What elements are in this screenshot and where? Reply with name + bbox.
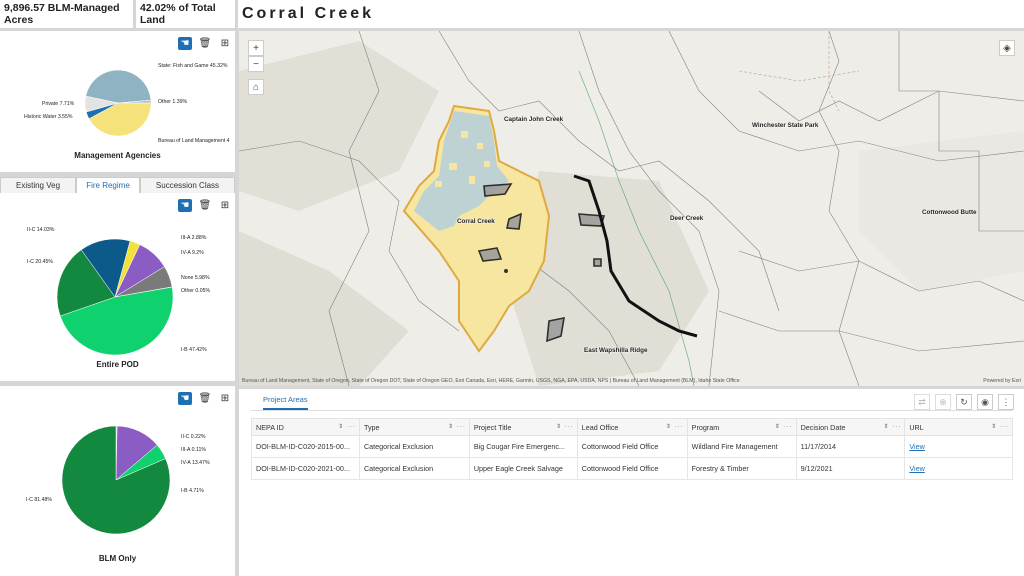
more-options-icon[interactable]: ⋮ (998, 394, 1014, 410)
map-view[interactable]: + − ⌂ ◈ Captain John Creek Winchester St… (239, 31, 1024, 386)
sort-menu-icon[interactable]: ⇕ ··· (775, 423, 793, 430)
table-cell: View (904, 435, 1013, 458)
zoom-in-button[interactable]: + (248, 40, 264, 56)
pie-label: II-C 14.03% (27, 227, 55, 233)
pie-label: I-C 20.45% (27, 259, 53, 265)
vegetation-tabs: Existing Veg Fire Regime Succession Clas… (0, 177, 235, 194)
pie-label: IV-A 9.2% (181, 250, 204, 256)
sort-menu-icon[interactable]: ⇕ ··· (556, 423, 574, 430)
project-areas-table: NEPA ID ⇕ ··· Type ⇕ ··· Project Title ⇕ ··… (251, 418, 1013, 480)
home-icon: ⌂ (252, 81, 260, 93)
column-header-lead-office[interactable]: Lead Office ⇕ ··· (576, 418, 688, 436)
management-agencies-panel: ☚ 🗑 ⊞ State: Fish and Game 45.32% Other … (0, 31, 235, 172)
table-row[interactable]: DOI-BLM-ID-C020-2015-00... Categorical E… (251, 435, 1013, 458)
pie-label: Bureau of Land Management 4 (158, 138, 230, 144)
map-label: Deer Creek (670, 215, 704, 222)
layers-button[interactable]: ◈ (999, 40, 1015, 56)
zoom-to-selection-icon[interactable]: ⊕ (935, 394, 951, 410)
selection-filter-icon[interactable]: ☚ (178, 199, 192, 212)
pie-label: Other 1.39% (158, 99, 188, 105)
sort-menu-icon[interactable]: ⇕ ··· (991, 423, 1009, 430)
view-link[interactable]: View (909, 442, 924, 451)
map-label: Corral Creek (457, 218, 495, 225)
table-cell: Categorical Exclusion (358, 435, 470, 458)
pie-label: I-C 81.48% (26, 497, 52, 503)
blm-acres-stat: 9,896.57 BLM-Managed Acres (0, 0, 133, 28)
pie-label: State: Fish and Game 45.32% (158, 63, 228, 69)
table-cell: 9/12/2021 (795, 457, 906, 480)
grid-icon[interactable]: ⊞ (218, 199, 232, 212)
pie-label: I-B 4.71% (181, 488, 204, 494)
selection-filter-icon[interactable]: ☚ (178, 37, 192, 50)
table-cell: Forestry & Timber (686, 457, 797, 480)
map-label: Cottonwood Butte (922, 209, 977, 216)
toggle-selection-icon[interactable]: ⇄ (914, 394, 930, 410)
management-agencies-pie (84, 69, 152, 137)
zoom-out-button[interactable]: − (248, 56, 264, 72)
map-label: Captain John Creek (504, 116, 564, 123)
table-cell: DOI-BLM-ID-C020-2021-00... (251, 457, 360, 480)
column-header-type[interactable]: Type ⇕ ··· (358, 418, 470, 436)
refresh-icon[interactable]: ↻ (956, 394, 972, 410)
table-cell: Wildland Fire Management (686, 435, 797, 458)
table-cell: View (904, 457, 1013, 480)
pie-label: Private 7.71% (42, 101, 75, 107)
view-link[interactable]: View (909, 464, 924, 473)
total-land-percent-stat: 42.02% of Total Land (136, 0, 235, 28)
column-header-program[interactable]: Program ⇕ ··· (686, 418, 797, 436)
chart-title: BLM Only (98, 554, 137, 563)
entire-pod-panel: ☚ 🗑 ⊞ II-C 14.03% III-A 2.88% IV-A 9.2% … (0, 193, 235, 381)
map-label: East Wapshilla Ridge (584, 347, 648, 354)
pie-label: IV-A 13.47% (181, 460, 210, 466)
table-cell: 11/17/2014 (795, 435, 906, 458)
tab-existing-veg[interactable]: Existing Veg (0, 177, 76, 194)
entire-pod-pie (56, 238, 174, 356)
trash-icon[interactable]: 🗑 (198, 392, 212, 405)
trash-icon[interactable]: 🗑 (198, 37, 212, 50)
tab-succession-class[interactable]: Succession Class (140, 177, 235, 194)
home-button[interactable]: ⌂ (248, 79, 264, 95)
sort-menu-icon[interactable]: ⇕ ··· (666, 423, 684, 430)
project-areas-panel: Project Areas ⇄ ⊕ ↻ ◉ ⋮ NEPA ID ⇕ ··· Typ… (239, 389, 1024, 576)
chart-title: Management Agencies (74, 151, 161, 160)
sort-menu-icon[interactable]: ⇕ ··· (448, 423, 466, 430)
trash-icon[interactable]: 🗑 (198, 199, 212, 212)
table-row[interactable]: DOI-BLM-ID-C020-2021-00... Categorical E… (251, 457, 1013, 480)
grid-icon[interactable]: ⊞ (218, 37, 232, 50)
blm-only-panel: ☚ 🗑 ⊞ II-C 0.22% III-A 0.11% IV-A 13.47%… (0, 386, 235, 576)
column-header-decision-date[interactable]: Decision Date ⇕ ··· (795, 418, 906, 436)
selection-filter-icon[interactable]: ☚ (178, 392, 192, 405)
powered-by-esri[interactable]: Powered by Esri (983, 378, 1021, 384)
column-header-project-title[interactable]: Project Title ⇕ ··· (468, 418, 578, 436)
column-header-nepa-id[interactable]: NEPA ID ⇕ ··· (251, 418, 360, 436)
pie-label: Historic Water 3.55% (24, 114, 73, 120)
table-cell: Upper Eagle Creek Salvage (468, 457, 578, 480)
tab-fire-regime[interactable]: Fire Regime (76, 177, 140, 194)
map-label: Winchester State Park (752, 122, 819, 129)
map-canvas (239, 31, 1024, 386)
pie-label: None 5.98% (181, 275, 210, 281)
blm-only-pie (61, 425, 171, 535)
column-header-url[interactable]: URL ⇕ ··· (904, 418, 1013, 436)
pie-label: III-A 0.11% (181, 447, 206, 453)
table-cell: Big Cougar Fire Emergenc... (468, 435, 578, 458)
table-cell: Cottonwood Field Office (576, 435, 688, 458)
chart-title: Entire POD (96, 360, 139, 369)
sort-menu-icon[interactable]: ⇕ ··· (338, 423, 356, 430)
tab-project-areas[interactable]: Project Areas (263, 395, 308, 410)
layers-icon: ◈ (1003, 42, 1011, 54)
pie-label: III-A 2.88% (181, 235, 207, 241)
pie-label: Other 0.05% (181, 288, 211, 294)
sort-menu-icon[interactable]: ⇕ ··· (884, 423, 902, 430)
page-title: Corral Creek (238, 0, 1024, 28)
show-hide-columns-icon[interactable]: ◉ (977, 394, 993, 410)
table-cell: Categorical Exclusion (358, 457, 470, 480)
map-attribution: Bureau of Land Management, State of Oreg… (242, 378, 740, 384)
pie-label: II-C 0.22% (181, 434, 206, 440)
table-cell: DOI-BLM-ID-C020-2015-00... (251, 435, 360, 458)
table-cell: Cottonwood Field Office (576, 457, 688, 480)
pie-label: I-B 47.42% (181, 347, 207, 353)
grid-icon[interactable]: ⊞ (218, 392, 232, 405)
